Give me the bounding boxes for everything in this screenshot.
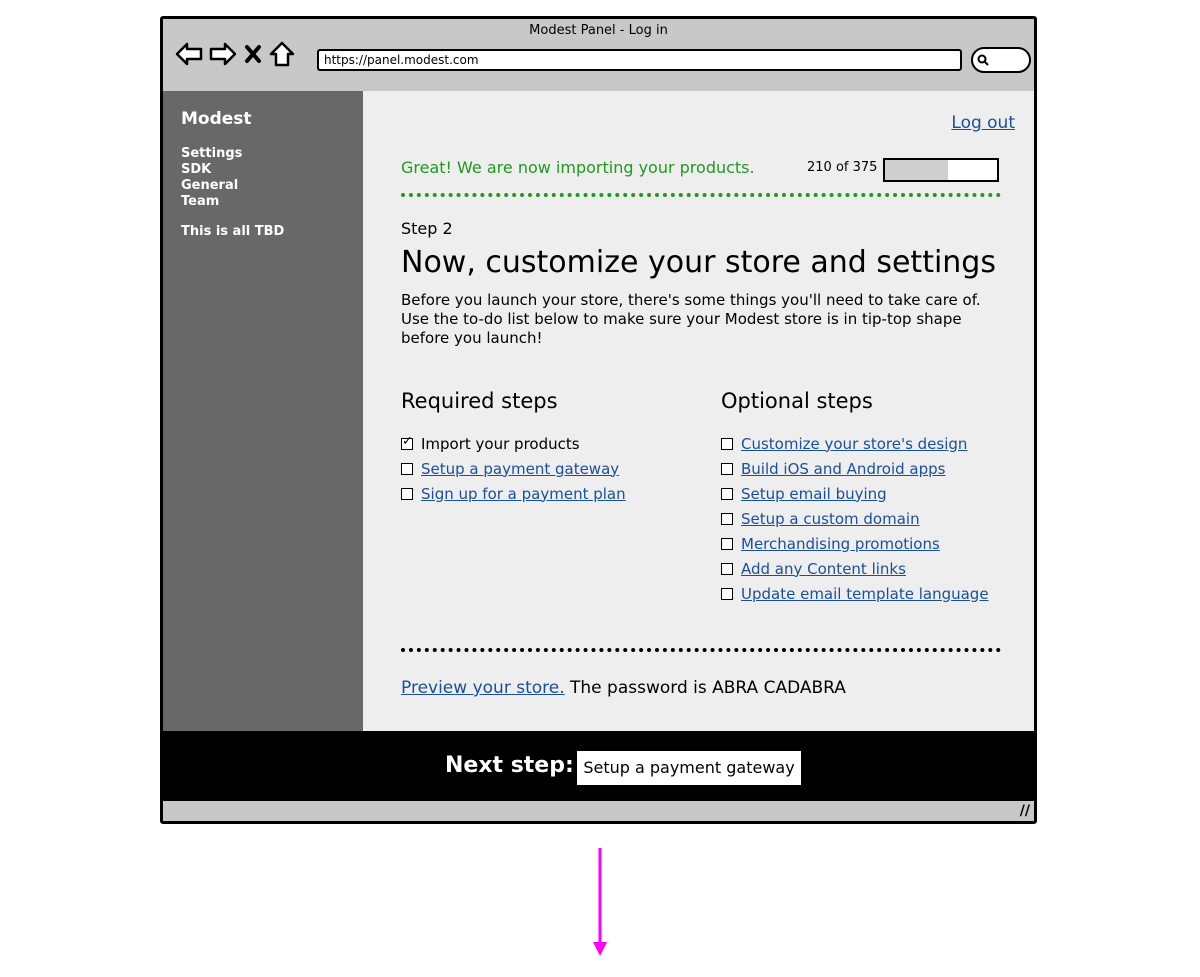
optional-steps-title: Optional steps [721, 389, 873, 413]
preview-store-link[interactable]: Preview your store. [401, 678, 565, 698]
import-progress-fill [885, 160, 948, 180]
divider [401, 193, 1001, 197]
optional-step-link[interactable]: Build iOS and Android apps [741, 460, 946, 478]
optional-step-link[interactable]: Setup email buying [741, 485, 887, 503]
sidebar-item-general[interactable]: General [181, 178, 242, 194]
sidebar-item-team[interactable]: Team [181, 194, 242, 210]
back-icon[interactable] [175, 41, 203, 67]
next-step-bar: Next step: Setup a payment gateway [163, 731, 1034, 801]
checkbox[interactable] [721, 487, 733, 500]
import-progress-bar [883, 158, 999, 182]
intro-text: Before you launch your store, there's so… [401, 291, 981, 347]
list-item: Update email template language [721, 581, 989, 606]
import-count: 210 of 375 [807, 160, 878, 175]
checkbox[interactable] [401, 487, 413, 500]
list-item: Merchandising promotions [721, 531, 989, 556]
home-icon[interactable] [269, 41, 295, 67]
list-item: Add any Content links [721, 556, 989, 581]
list-item: Import your products [401, 431, 626, 456]
required-step-link[interactable]: Setup a payment gateway [421, 460, 619, 478]
sidebar-nav: Settings SDK General Team [181, 146, 242, 210]
divider [401, 648, 1001, 652]
list-item: Build iOS and Android apps [721, 456, 989, 481]
url-bar[interactable]: https://panel.modest.com [317, 49, 962, 71]
checkbox[interactable] [721, 537, 733, 550]
list-item: Setup a payment gateway [401, 456, 626, 481]
resize-grip-icon[interactable]: // [1020, 803, 1030, 819]
optional-step-link[interactable]: Update email template language [741, 585, 989, 603]
checkbox[interactable] [721, 462, 733, 475]
checkbox[interactable] [401, 462, 413, 475]
forward-icon[interactable] [209, 41, 237, 67]
list-item: Setup a custom domain [721, 506, 989, 531]
checkbox[interactable] [721, 562, 733, 575]
next-step-label: Next step: [445, 753, 574, 778]
sidebar: Modest Settings SDK General Team This is… [163, 91, 363, 731]
optional-steps-list: Customize your store's design Build iOS … [721, 431, 989, 606]
required-steps-title: Required steps [401, 389, 558, 413]
browser-search-field[interactable] [971, 47, 1031, 73]
stop-icon[interactable] [243, 43, 263, 65]
password-text: The password is ABRA CADABRA [570, 678, 846, 698]
checkbox[interactable] [721, 587, 733, 600]
list-item: Setup email buying [721, 481, 989, 506]
checkbox[interactable] [721, 512, 733, 525]
optional-step-link[interactable]: Merchandising promotions [741, 535, 940, 553]
sidebar-note: This is all TBD [181, 224, 285, 239]
optional-step-link[interactable]: Add any Content links [741, 560, 906, 578]
sidebar-item-settings[interactable]: Settings [181, 146, 242, 162]
browser-window: Modest Panel - Log in https://panel.mode… [160, 16, 1037, 824]
optional-step-link[interactable]: Setup a custom domain [741, 510, 920, 528]
browser-nav [175, 41, 295, 67]
required-step-link[interactable]: Sign up for a payment plan [421, 485, 626, 503]
down-arrow-icon [590, 846, 610, 962]
required-step-label: Import your products [421, 434, 580, 453]
page-title: Now, customize your store and settings [401, 245, 996, 280]
logout-link[interactable]: Log out [951, 113, 1015, 133]
next-step-button[interactable]: Setup a payment gateway [577, 751, 801, 785]
preview-line: Preview your store. The password is ABRA… [401, 678, 846, 698]
import-status-message: Great! We are now importing your product… [401, 158, 755, 177]
search-icon [977, 54, 989, 66]
checkbox[interactable] [721, 437, 733, 450]
list-item: Customize your store's design [721, 431, 989, 456]
brand-logo[interactable]: Modest [181, 109, 252, 129]
sidebar-item-sdk[interactable]: SDK [181, 162, 242, 178]
browser-titlebar: Modest Panel - Log in https://panel.mode… [163, 19, 1034, 93]
main-content: Log out Great! We are now importing your… [363, 91, 1034, 731]
required-steps-list: Import your products Setup a payment gat… [401, 431, 626, 506]
list-item: Sign up for a payment plan [401, 481, 626, 506]
checkbox-checked[interactable] [401, 434, 413, 450]
step-label: Step 2 [401, 219, 453, 238]
optional-step-link[interactable]: Customize your store's design [741, 435, 967, 453]
window-title: Modest Panel - Log in [529, 23, 668, 38]
